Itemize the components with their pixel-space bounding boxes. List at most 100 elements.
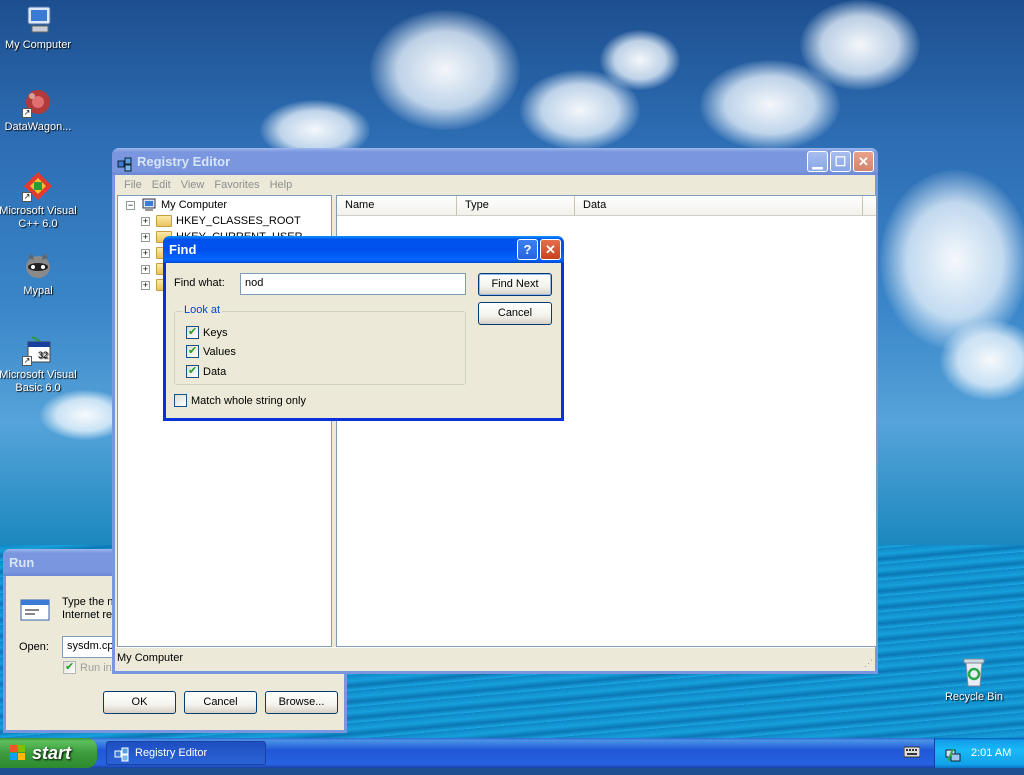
system-tray: 2:01 AM [934,738,1024,768]
desktop-icon-label: Recycle Bin [944,691,1004,703]
keyboard-icon[interactable] [903,746,921,758]
regedit-task-icon [114,746,130,762]
expand-icon[interactable]: + [141,280,150,290]
expand-icon[interactable]: + [141,232,150,242]
checkbox-box [186,325,199,339]
start-label: start [32,743,72,763]
find-dialog: Find ? ✕ Find what: nod Find Next Cancel… [163,236,564,421]
column-type[interactable]: Type [457,196,575,215]
minimize-button[interactable]: ▁ [807,151,828,172]
tree-root-my-computer[interactable]: − My Computer [126,197,227,213]
checkbox-box [186,344,199,358]
collapse-icon[interactable]: − [126,200,135,210]
run-cancel-button[interactable]: Cancel [184,691,257,714]
svg-text:32: 32 [38,350,48,360]
data-label: Data [203,365,227,378]
shortcut-arrow-icon: ↗ [22,356,32,366]
windows-flag-icon [10,745,26,761]
data-checkbox[interactable]: Data [186,364,227,378]
desktop-icon-recycle-bin[interactable]: Recycle Bin [934,656,1014,704]
desktop-icon-visual-cpp[interactable]: ↗ Microsoft Visual C++ 6.0 [0,170,78,231]
match-label: Match whole string only [191,394,306,407]
find-close-button[interactable]: ✕ [540,239,561,260]
maximize-icon: ☐ [834,154,847,169]
desktop-icon-my-computer[interactable]: My Computer [0,4,78,52]
registry-titlebar[interactable]: Registry Editor ▁ ☐ ✕ [112,148,878,175]
find-what-input[interactable]: nod [240,273,466,295]
values-checkbox[interactable]: Values [186,344,236,358]
mypal-raccoon-icon [22,250,54,282]
menu-help[interactable]: Help [265,179,298,191]
desktop-icon-label: Microsoft Visual Basic 6.0 [0,369,77,394]
taskbar: start Registry Editor 2:01 AM [0,738,1024,768]
taskbar-task-label: Registry Editor [135,747,208,759]
shortcut-arrow-icon: ↗ [22,192,32,202]
run-program-icon [20,597,52,623]
checkbox-box [186,364,199,378]
visual-cpp-icon: ↗ [22,170,54,202]
look-at-group: Look at Keys Values Data [174,304,466,385]
desktop-icon-label: My Computer [4,39,72,51]
values-label: Values [203,345,236,358]
desktop-icon-label: Microsoft Visual C++ 6.0 [0,205,77,230]
close-icon: ✕ [545,242,556,257]
run-description-line2: Internet re [62,609,113,621]
keys-checkbox[interactable]: Keys [186,325,228,339]
look-at-label: Look at [182,304,223,316]
resize-grip-icon[interactable]: ⋰ [864,658,873,669]
run-ok-button[interactable]: OK [103,691,176,714]
maximize-button[interactable]: ☐ [830,151,851,172]
registry-title: Registry Editor [137,154,231,169]
keys-label: Keys [203,326,228,339]
visual-basic-icon: 32 ↗ [22,334,54,366]
status-text: My Computer [117,652,184,664]
tree-item-hkcr[interactable]: + HKEY_CLASSES_ROOT [141,213,301,229]
menu-edit[interactable]: Edit [147,179,176,191]
run-open-label: Open: [19,641,49,653]
close-icon: ✕ [858,154,869,169]
expand-icon[interactable]: + [141,216,150,226]
run-browse-button[interactable]: Browse... [265,691,338,714]
shortcut-arrow-icon: ↗ [22,108,32,118]
menu-favorites[interactable]: Favorites [209,179,264,191]
taskbar-registry-editor[interactable]: Registry Editor [106,741,266,765]
find-cancel-button[interactable]: Cancel [478,302,552,325]
match-whole-string-checkbox[interactable]: Match whole string only [174,394,306,407]
network-tray-icon[interactable] [945,745,961,762]
run-dialog-title: Run [9,555,35,570]
registry-menubar: File Edit View Favorites Help [115,175,875,195]
close-button[interactable]: ✕ [853,151,874,172]
folder-icon [156,215,172,227]
minimize-icon: ▁ [812,154,823,169]
find-next-button[interactable]: Find Next [478,273,552,296]
column-data[interactable]: Data [575,196,863,215]
my-computer-icon [22,4,54,36]
desktop-icon-mypal[interactable]: Mypal [0,250,78,298]
clock[interactable]: 2:01 AM [971,747,1011,759]
checkbox-box [63,660,76,674]
expand-icon[interactable]: + [141,264,150,274]
find-titlebar[interactable]: Find ? ✕ [163,236,564,263]
column-name[interactable]: Name [337,196,457,215]
tree-item-label: HKEY_CLASSES_ROOT [176,215,301,227]
datawagon-icon: ↗ [22,86,54,118]
tree-root-label: My Computer [161,199,228,211]
find-title: Find [169,242,197,257]
menu-view[interactable]: View [176,179,210,191]
checkbox-box [174,394,187,407]
menu-file[interactable]: File [119,179,147,191]
desktop-icon-datawagon[interactable]: ↗ DataWagon... [0,86,78,134]
values-column-header: Name Type Data [337,196,876,216]
desktop-icon-visual-basic[interactable]: 32 ↗ Microsoft Visual Basic 6.0 [0,334,78,395]
registry-status-bar: My Computer ⋰ [115,647,875,671]
start-button[interactable]: start [0,738,97,768]
computer-icon [141,198,157,212]
run-description-line1: Type the n [62,596,114,608]
find-what-label: Find what: [174,277,225,289]
regedit-app-icon [117,154,133,172]
recycle-bin-icon [958,656,990,688]
desktop-icon-label: DataWagon... [4,121,72,133]
help-button[interactable]: ? [517,239,538,260]
help-icon: ? [523,242,532,257]
expand-icon[interactable]: + [141,248,150,258]
